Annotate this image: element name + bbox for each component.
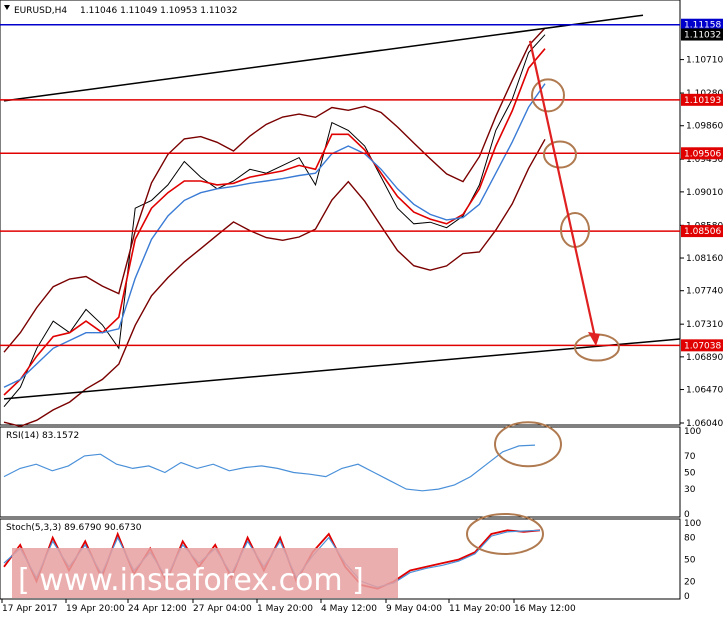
- price-tick-label: 1.06890: [686, 353, 723, 363]
- level-price-label: 1.08506: [684, 227, 721, 237]
- rsi-tick-label: 100: [684, 427, 701, 437]
- level-price-label: 1.11032: [684, 31, 721, 41]
- time-tick-label: 9 May 04:00: [386, 604, 442, 614]
- price-tick-label: 1.07310: [686, 320, 723, 330]
- time-tick-label: 11 May 20:00: [449, 604, 511, 614]
- time-tick-label: 19 Apr 20:00: [66, 604, 125, 614]
- level-price-label: 1.07038: [684, 341, 721, 351]
- stoch-tick-label: 100: [684, 519, 701, 529]
- price-tick-label: 1.09010: [686, 188, 723, 198]
- price-tick-label: 1.07740: [686, 287, 723, 297]
- rsi-tick-label: 70: [684, 452, 696, 462]
- level-price-label: 1.09506: [684, 149, 721, 159]
- stoch-tick-label: 0: [684, 592, 690, 602]
- time-tick-label: 24 Apr 12:00: [128, 604, 187, 614]
- time-tick-label: 17 Apr 2017: [2, 604, 58, 614]
- rsi-tick-label: 50: [684, 469, 696, 479]
- rsi-tick-label: 30: [684, 485, 696, 495]
- time-tick-label: 4 May 12:00: [321, 604, 377, 614]
- stoch-tick-label: 80: [684, 534, 696, 544]
- ohlc-readout: 1.11046 1.11049 1.10953 1.11032: [80, 6, 237, 16]
- level-price-label: 1.10193: [684, 96, 721, 106]
- time-tick-label: 1 May 20:00: [257, 604, 313, 614]
- eurusd-h4-chart: 1.107101.102801.098601.094301.090101.085…: [0, 0, 723, 614]
- time-axis: 17 Apr 2017 19 Apr 20:00 24 Apr 12:00 27 Ap…: [1, 599, 576, 614]
- price-tick-label: 1.06470: [686, 386, 723, 396]
- time-tick-label: 27 Apr 04:00: [193, 604, 252, 614]
- rsi-label: RSI(14) 83.1572: [6, 431, 79, 441]
- price-tick-label: 1.08160: [686, 254, 723, 264]
- watermark-text: [ www.instaforex.com ]: [18, 563, 364, 598]
- stoch-tick-label: 20: [684, 577, 696, 587]
- rsi-panel: [0, 426, 681, 518]
- stoch-label: Stoch(5,3,3) 89.6790 90.6730: [6, 523, 142, 533]
- symbol-label: EURUSD,H4: [14, 6, 67, 16]
- stoch-tick-label: 50: [684, 556, 696, 566]
- price-axis-grid: 1.107101.102801.098601.094301.090101.085…: [680, 56, 723, 429]
- time-tick-label: 16 May 12:00: [514, 604, 576, 614]
- price-tick-label: 1.10710: [686, 56, 723, 66]
- price-tick-label: 1.09860: [686, 122, 723, 132]
